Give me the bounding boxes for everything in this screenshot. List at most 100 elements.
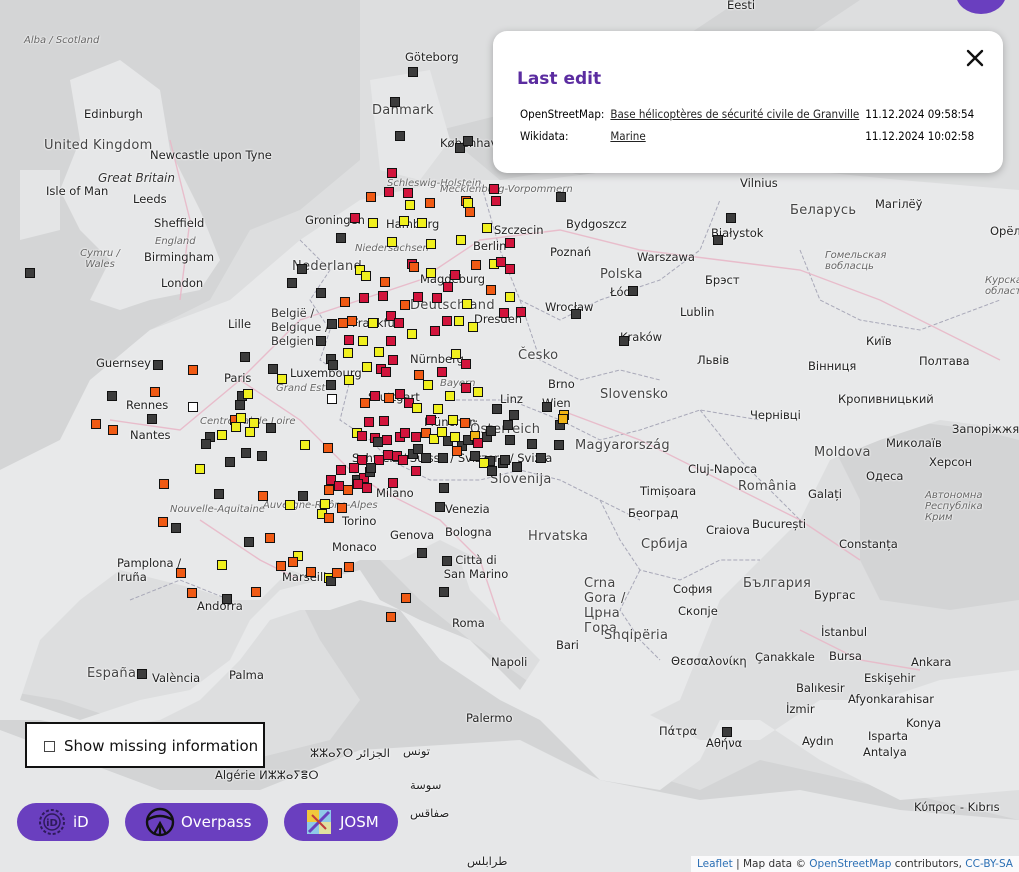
map-marker[interactable]: [439, 483, 449, 493]
map-marker[interactable]: [344, 562, 354, 572]
map-marker[interactable]: [482, 223, 492, 233]
map-marker[interactable]: [336, 233, 346, 243]
map-marker[interactable]: [300, 440, 310, 450]
map-marker[interactable]: [153, 360, 163, 370]
map-marker[interactable]: [398, 455, 408, 465]
map-marker[interactable]: [516, 307, 526, 317]
map-marker[interactable]: [407, 329, 417, 339]
map-marker[interactable]: [326, 380, 336, 390]
map-marker[interactable]: [108, 425, 118, 435]
map-marker[interactable]: [374, 347, 384, 357]
map-marker[interactable]: [258, 491, 268, 501]
map-marker[interactable]: [413, 444, 423, 454]
map-marker[interactable]: [628, 286, 638, 296]
map-marker[interactable]: [460, 418, 470, 428]
map-marker[interactable]: [492, 404, 502, 414]
map-marker[interactable]: [328, 360, 338, 370]
map-marker[interactable]: [368, 318, 378, 328]
map-marker[interactable]: [426, 268, 436, 278]
map-marker[interactable]: [366, 463, 376, 473]
map-marker[interactable]: [251, 587, 261, 597]
map-marker[interactable]: [437, 367, 447, 377]
show-missing-control[interactable]: Show missing information: [25, 722, 265, 768]
map-marker[interactable]: [360, 398, 370, 408]
map-marker[interactable]: [171, 523, 181, 533]
map-marker[interactable]: [461, 383, 471, 393]
map-marker[interactable]: [357, 431, 367, 441]
map-marker[interactable]: [512, 462, 522, 472]
map-marker[interactable]: [276, 561, 286, 571]
map-marker[interactable]: [347, 316, 357, 326]
map-marker[interactable]: [452, 446, 462, 456]
map-marker[interactable]: [445, 391, 455, 401]
map-marker[interactable]: [243, 389, 253, 399]
map-marker[interactable]: [571, 309, 581, 319]
map-marker[interactable]: [414, 370, 424, 380]
map-marker[interactable]: [379, 416, 389, 426]
map-marker[interactable]: [473, 387, 483, 397]
map-marker[interactable]: [107, 391, 117, 401]
map-marker[interactable]: [442, 556, 452, 566]
map-marker[interactable]: [384, 393, 394, 403]
map-marker[interactable]: [387, 168, 397, 178]
map-marker[interactable]: [344, 375, 354, 385]
map-marker[interactable]: [423, 380, 433, 390]
map-marker[interactable]: [25, 268, 35, 278]
map-marker[interactable]: [362, 362, 372, 372]
map-marker[interactable]: [340, 297, 350, 307]
map-marker[interactable]: [439, 587, 449, 597]
map-marker[interactable]: [217, 430, 227, 440]
map-marker[interactable]: [361, 271, 371, 281]
map-marker[interactable]: [265, 533, 275, 543]
map-marker[interactable]: [287, 278, 297, 288]
map-marker[interactable]: [409, 262, 419, 272]
map-marker[interactable]: [297, 264, 307, 274]
map-marker[interactable]: [359, 293, 369, 303]
map-marker[interactable]: [713, 235, 723, 245]
map-marker[interactable]: [509, 410, 519, 420]
map-marker[interactable]: [487, 466, 497, 476]
map-marker[interactable]: [400, 300, 410, 310]
map-marker[interactable]: [268, 364, 278, 374]
map-marker[interactable]: [432, 293, 442, 303]
map-marker[interactable]: [366, 192, 376, 202]
map-marker[interactable]: [417, 548, 427, 558]
map-marker[interactable]: [344, 335, 354, 345]
map-marker[interactable]: [332, 568, 342, 578]
map-marker[interactable]: [336, 465, 346, 475]
map-marker[interactable]: [327, 319, 337, 329]
map-marker[interactable]: [421, 453, 431, 463]
map-marker[interactable]: [137, 669, 147, 679]
map-marker[interactable]: [381, 367, 391, 377]
map-marker[interactable]: [386, 336, 396, 346]
map-marker[interactable]: [188, 402, 198, 412]
map-marker[interactable]: [235, 400, 245, 410]
map-marker[interactable]: [217, 560, 227, 570]
map-marker[interactable]: [214, 489, 224, 499]
map-marker[interactable]: [176, 568, 186, 578]
map-marker[interactable]: [245, 427, 255, 437]
map-marker[interactable]: [324, 485, 334, 495]
map-marker[interactable]: [358, 336, 368, 346]
map-marker[interactable]: [556, 192, 566, 202]
map-marker[interactable]: [454, 316, 464, 326]
map-marker[interactable]: [468, 322, 478, 332]
map-marker[interactable]: [558, 414, 568, 424]
map-marker[interactable]: [451, 349, 461, 359]
map-marker[interactable]: [380, 277, 390, 287]
map-marker[interactable]: [486, 285, 496, 295]
map-marker[interactable]: [395, 131, 405, 141]
map-marker[interactable]: [489, 184, 499, 194]
map-marker[interactable]: [388, 478, 398, 488]
map-marker[interactable]: [542, 402, 552, 412]
map-marker[interactable]: [241, 448, 251, 458]
overpass-button[interactable]: Overpass: [125, 803, 268, 841]
map-marker[interactable]: [486, 426, 496, 436]
map-marker[interactable]: [462, 299, 472, 309]
map-marker[interactable]: [320, 499, 330, 509]
map-marker[interactable]: [435, 502, 445, 512]
map-marker[interactable]: [285, 500, 295, 510]
osm-attribution-link[interactable]: OpenStreetMap: [809, 858, 891, 870]
map-marker[interactable]: [323, 443, 333, 453]
map-marker[interactable]: [337, 503, 347, 513]
